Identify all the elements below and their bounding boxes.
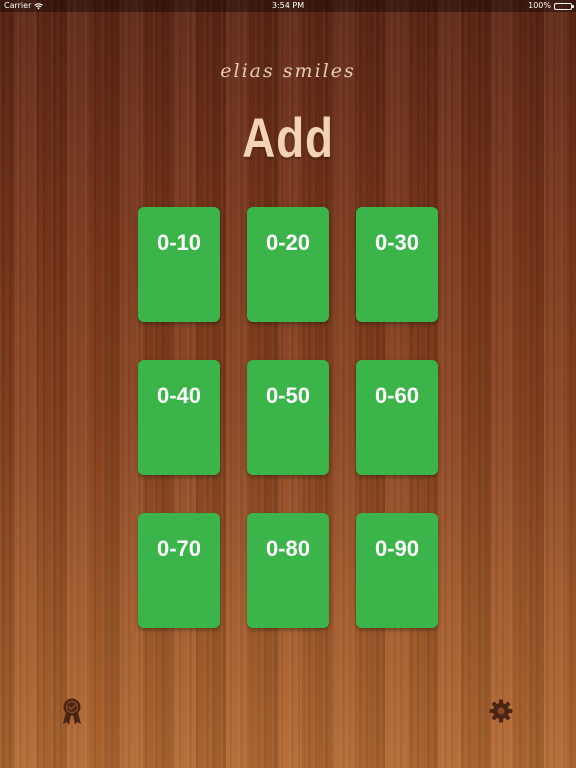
range-card-0-20[interactable]: 0-20 — [247, 207, 329, 322]
status-bar: Carrier 3:54 PM 100% — [0, 0, 576, 12]
status-time: 3:54 PM — [271, 1, 305, 10]
range-grid: 0-10 0-20 0-30 0-40 0-50 0-60 0-70 0-80 … — [138, 207, 438, 628]
gear-icon[interactable] — [489, 699, 513, 723]
range-card-0-60[interactable]: 0-60 — [356, 360, 438, 475]
range-card-0-80[interactable]: 0-80 — [247, 513, 329, 628]
battery-group: 100% — [528, 0, 574, 12]
battery-percent: 100% — [528, 1, 551, 10]
range-card-0-70[interactable]: 0-70 — [138, 513, 220, 628]
brand-logo: elias smiles — [220, 60, 356, 82]
range-card-0-50[interactable]: 0-50 — [247, 360, 329, 475]
range-card-0-40[interactable]: 0-40 — [138, 360, 220, 475]
battery-icon — [554, 2, 574, 10]
range-card-0-30[interactable]: 0-30 — [356, 207, 438, 322]
award-icon[interactable] — [61, 698, 83, 726]
page-title: Add — [242, 106, 334, 169]
range-card-0-90[interactable]: 0-90 — [356, 513, 438, 628]
range-card-0-10[interactable]: 0-10 — [138, 207, 220, 322]
